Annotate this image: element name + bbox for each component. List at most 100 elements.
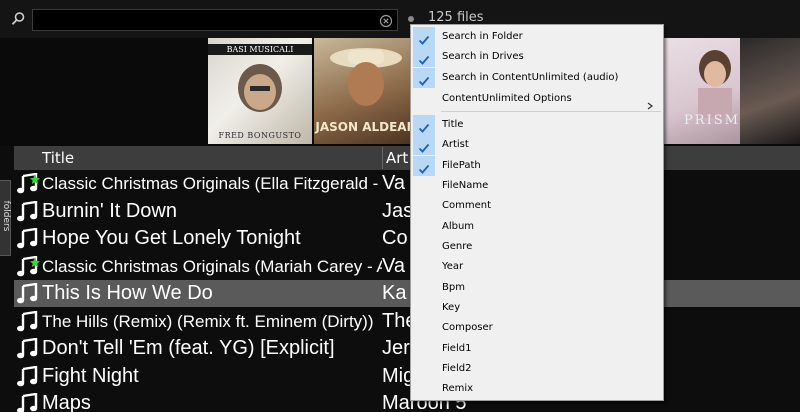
menu-item-label: Search in ContentUnlimited (audio) — [442, 72, 619, 83]
search-options-menu: Search in Folder Search in Drives Search i… — [410, 24, 664, 401]
search-field[interactable] — [32, 9, 398, 31]
album-cover[interactable]: BASI MUSICALI FRED BONGUSTO — [208, 38, 312, 144]
track-title: Classic Christmas Originals (Ella Fitzge… — [42, 174, 382, 193]
search-input[interactable] — [37, 11, 377, 29]
menu-item-search-in-drives[interactable]: Search in Drives — [413, 47, 663, 67]
search-bar: 125 files — [0, 0, 800, 38]
menu-item-label: Key — [442, 302, 461, 313]
check-highlight — [413, 47, 435, 67]
menu-item-label: Genre — [442, 241, 473, 252]
menu-item-label: Album — [442, 221, 475, 232]
search-icon[interactable] — [10, 11, 26, 27]
menu-item-label: Artist — [442, 139, 469, 150]
track-artist: Mig — [382, 364, 412, 387]
table-row[interactable]: Classic Christmas Originals (Ella Fitzge… — [14, 170, 800, 197]
table-row[interactable]: Maps Maroon 5 — [14, 390, 800, 412]
cover-artist: FRED BONGUSTO — [218, 131, 302, 140]
menu-item-label: Search in Folder — [442, 31, 523, 42]
menu-item-album[interactable]: Album — [413, 217, 663, 237]
album-cover[interactable] — [740, 38, 800, 144]
menu-item-label: Year — [442, 261, 464, 272]
check-icon — [418, 119, 430, 133]
music-note-icon — [16, 337, 40, 360]
menu-item-genre[interactable]: Genre — [413, 237, 663, 257]
track-artist: The — [382, 309, 412, 332]
check-highlight — [413, 27, 435, 47]
menu-separator — [441, 111, 661, 112]
search-options-button[interactable] — [408, 16, 414, 22]
menu-item-label: Field1 — [442, 343, 472, 354]
menu-item-contentunlimited-options[interactable]: ContentUnlimited Options — [413, 89, 663, 110]
track-title: Hope You Get Lonely Tonight — [42, 227, 301, 249]
check-highlight — [413, 68, 435, 88]
music-note-icon — [16, 392, 40, 412]
cover-artist: JASON ALDEAN — [315, 120, 417, 134]
menu-item-field1[interactable]: Field1 — [413, 339, 663, 359]
menu-item-title[interactable]: Title — [413, 115, 663, 135]
track-title: Classic Christmas Originals (Mariah Care… — [42, 256, 382, 276]
folders-tab[interactable]: folders — [0, 180, 11, 256]
track-artist: Va — [382, 254, 405, 277]
table-row[interactable]: The Hills (Remix) (Remix ft. Eminem (Dir… — [14, 308, 800, 335]
cover-strip: BASI MUSICALI FRED BONGUSTO JASON ALDEAN… — [0, 38, 800, 146]
check-highlight — [413, 156, 435, 176]
check-icon — [418, 160, 430, 174]
menu-item-bpm[interactable]: Bpm — [413, 278, 663, 298]
check-highlight — [413, 115, 435, 135]
menu-item-key[interactable]: Key — [413, 298, 663, 318]
menu-item-filename[interactable]: FileName — [413, 176, 663, 196]
track-title: Fight Night — [42, 364, 139, 387]
menu-item-label: Comment — [442, 200, 491, 211]
menu-item-label: Bpm — [442, 282, 465, 293]
table-row[interactable]: This Is How We Do Ka — [14, 280, 800, 307]
track-artist: Co — [382, 227, 408, 249]
menu-item-year[interactable]: Year — [413, 257, 663, 277]
music-note-icon — [16, 365, 40, 388]
menu-item-filepath[interactable]: FilePath — [413, 156, 663, 176]
check-highlight — [413, 135, 435, 155]
music-note-icon — [16, 310, 40, 333]
menu-item-label: Field2 — [442, 363, 472, 374]
table-row[interactable]: Don't Tell 'Em (feat. YG) [Explicit] Jer — [14, 335, 800, 362]
check-icon — [418, 51, 430, 65]
music-note-icon — [16, 227, 40, 250]
menu-item-field2[interactable]: Field2 — [413, 359, 663, 379]
track-artist: Va — [382, 172, 405, 194]
menu-item-remix[interactable]: Remix — [413, 379, 663, 399]
check-icon — [418, 139, 430, 153]
folders-label: folders — [1, 200, 11, 232]
table-row[interactable]: Hope You Get Lonely Tonight Co — [14, 225, 800, 252]
cover-title: BASI MUSICALI — [208, 44, 312, 55]
music-note-icon — [16, 200, 40, 223]
menu-item-search-in-contentunlimited-audio[interactable]: Search in ContentUnlimited (audio) — [413, 68, 663, 88]
track-title: Maps — [42, 392, 91, 412]
track-artist: Jer — [382, 337, 410, 359]
table-row[interactable]: Fight Night Mig — [14, 363, 800, 390]
track-title: Don't Tell 'Em (feat. YG) [Explicit] — [42, 337, 335, 359]
menu-item-label: FileName — [442, 180, 489, 191]
menu-item-label: FilePath — [442, 160, 481, 171]
menu-item-search-in-folder[interactable]: Search in Folder — [413, 27, 663, 47]
music-note-icon — [16, 255, 40, 278]
menu-item-comment[interactable]: Comment — [413, 196, 663, 216]
chevron-right-icon — [647, 95, 653, 110]
table-row[interactable]: Burnin' It Down Jas — [14, 198, 800, 225]
track-table: Title Art Classic Christmas Originals (E… — [14, 146, 800, 412]
music-note-icon — [16, 172, 40, 195]
check-icon — [418, 31, 430, 45]
file-count: 125 files — [428, 10, 484, 25]
table-row[interactable]: Classic Christmas Originals (Mariah Care… — [14, 253, 800, 280]
menu-item-label: ContentUnlimited Options — [442, 93, 572, 104]
menu-item-artist[interactable]: Artist — [413, 135, 663, 155]
album-cover[interactable]: JASON ALDEAN — [314, 38, 418, 144]
menu-item-label: Search in Drives — [442, 51, 524, 62]
track-title: The Hills (Remix) (Remix ft. Eminem (Dir… — [42, 311, 374, 331]
menu-item-label: Remix — [442, 383, 474, 394]
table-header: Title Art — [14, 146, 800, 170]
column-header-title[interactable]: Title — [42, 147, 382, 169]
menu-item-composer[interactable]: Composer — [413, 318, 663, 338]
close-circle-icon[interactable] — [379, 13, 393, 28]
check-icon — [418, 72, 430, 86]
track-title: Burnin' It Down — [42, 199, 177, 222]
track-title: This Is How We Do — [42, 282, 213, 304]
